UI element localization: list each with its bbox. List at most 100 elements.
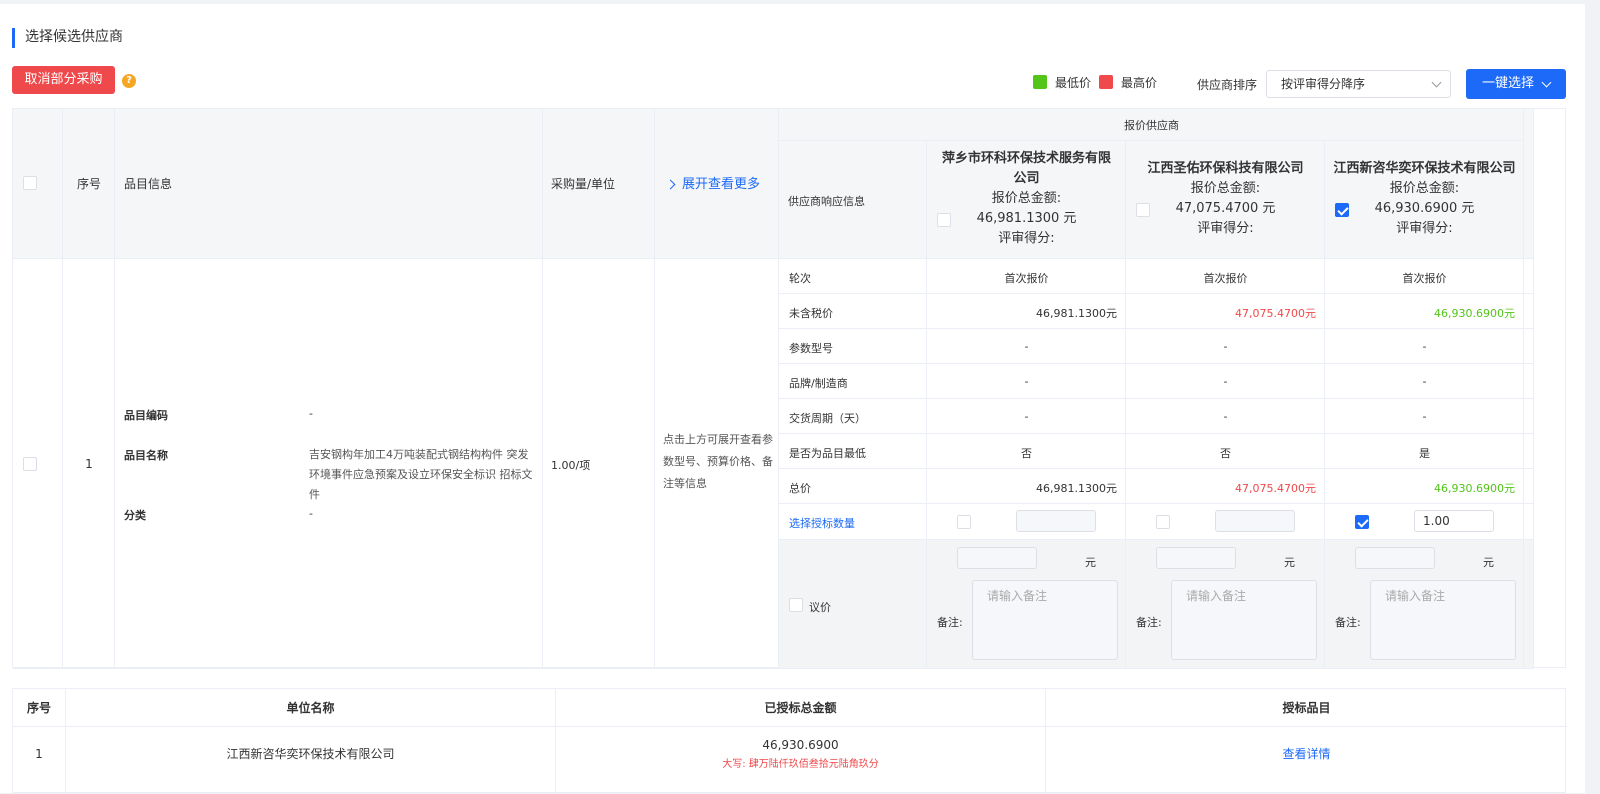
- attr-value-cell: -: [927, 329, 1126, 364]
- attr-gap-cell: [1524, 504, 1534, 540]
- expand-hint-text: 点击上方可展开查看参数型号、预算价格、备注等信息: [663, 433, 773, 490]
- vendor-score-label-3: 评审得分:: [1396, 221, 1453, 236]
- award-qty-input-3[interactable]: 1.00: [1414, 510, 1494, 532]
- header-scroll-gap: [1524, 109, 1534, 259]
- attr-value-cell: 47,075.4700元: [1126, 469, 1325, 504]
- attr-value: 46,981.1300元: [1036, 482, 1117, 495]
- page: 选择候选供应商 取消部分采购 ? 最低价 最高价 供应商排序 按评审得分降序 一…: [0, 4, 1585, 794]
- attr-value: 首次报价: [1402, 272, 1447, 285]
- attr-value: 46,930.6900元: [1434, 307, 1515, 320]
- attr-value-cell: 46,981.1300元: [927, 469, 1126, 504]
- header-item-info: 品目信息: [115, 109, 543, 259]
- vendor-select-checkbox-1[interactable]: [937, 213, 951, 227]
- yuan-unit-1: 元: [1085, 556, 1096, 569]
- attr-value: 46,981.1300元: [1036, 307, 1117, 320]
- chevron-down-icon: [1541, 77, 1552, 88]
- attr-value: -: [1422, 340, 1427, 353]
- help-icon[interactable]: ?: [122, 74, 136, 88]
- header-vendors-group: 报价供应商: [779, 109, 1524, 141]
- award-qty-cell-2: [1126, 504, 1325, 540]
- attr-value: -: [1223, 340, 1228, 353]
- item-code-value: -: [309, 407, 313, 420]
- award-qty-cell-3: 1.00: [1325, 504, 1524, 540]
- row-qty-cell: 1.00/项: [543, 259, 655, 669]
- select-all-checkbox[interactable]: [23, 176, 37, 190]
- remark-label-2: 备注:: [1136, 616, 1162, 629]
- vendor-sort-select[interactable]: 按评审得分降序: [1266, 70, 1451, 98]
- attr-value: 否: [1021, 447, 1032, 460]
- remark-textarea-1[interactable]: 请输入备注: [972, 580, 1118, 660]
- header-qty-unit: 采购量/单位: [543, 109, 655, 259]
- vendor-select-checkbox-3[interactable]: [1335, 203, 1349, 217]
- attr-gap-cell: [1524, 259, 1534, 294]
- attr-value: 否: [1220, 447, 1231, 460]
- legend-lowest-label: 最低价: [1055, 75, 1092, 90]
- vendor-name-2: 江西圣佑环保科技有限公司: [1147, 161, 1304, 176]
- attr-label-cell: 品牌/制造商: [779, 364, 927, 399]
- view-details-link[interactable]: 查看详情: [1046, 727, 1567, 794]
- item-category-label: 分类: [124, 509, 146, 522]
- award-qty-checkbox-1[interactable]: [957, 515, 971, 529]
- vendor-header-1-text: 萍乡市环科环保技术服务有限公司 报价总金额: 46,981.1300 元 评审得…: [927, 149, 1126, 249]
- remark-textarea-3[interactable]: 请输入备注: [1370, 580, 1516, 660]
- negotiate-checkbox[interactable]: [789, 598, 803, 612]
- yuan-unit-3: 元: [1483, 556, 1494, 569]
- attr-value-cell: 46,930.6900元: [1325, 469, 1524, 504]
- attr-value: 是: [1419, 447, 1430, 460]
- attr-value: -: [1024, 340, 1029, 353]
- award-qty-input-2[interactable]: [1215, 510, 1295, 532]
- attr-value: -: [1422, 410, 1427, 423]
- vendor-total-3: 46,930.6900 元: [1374, 201, 1475, 216]
- negotiate-price-input-2[interactable]: [1156, 547, 1236, 569]
- attr-label-cell: 总价: [779, 469, 927, 504]
- vendor-total-label-2: 报价总金额:: [1190, 181, 1261, 196]
- award-qty-link[interactable]: 选择授标数量: [789, 515, 855, 531]
- negotiate-vendor-1: 元 备注: 请输入备注: [927, 540, 1126, 669]
- header-seq-label: 序号: [76, 177, 101, 191]
- remark-label-1: 备注:: [937, 616, 963, 629]
- attr-gap-cell: [1524, 364, 1534, 399]
- summary-row-amount-caps: 大写: 肆万陆仟玖佰叁拾元陆角玖分: [722, 759, 879, 770]
- attr-gap-cell: [1524, 294, 1534, 329]
- one-click-select-button[interactable]: 一键选择: [1466, 69, 1566, 99]
- attr-value: 46,930.6900元: [1434, 482, 1515, 495]
- row-qty: 1.00/项: [551, 459, 591, 472]
- attr-value-cell: -: [1325, 399, 1524, 434]
- attr-label-cell: 参数型号: [779, 329, 927, 364]
- summary-row-company: 江西新咨华奕环保技术有限公司: [66, 727, 556, 794]
- awarded-summary-table: 序号 单位名称 已授标总金额 授标品目 1 江西新咨华奕环保技术有限公司 46,…: [12, 688, 1567, 794]
- section-title: 选择候选供应商: [12, 28, 123, 48]
- attr-value: 47,075.4700元: [1235, 307, 1316, 320]
- attr-gap-cell: [1524, 434, 1534, 469]
- vendor-header-2: 江西圣佑环保科技有限公司 报价总金额: 47,075.4700 元 评审得分:: [1126, 141, 1325, 259]
- vendor-sort-label: 供应商排序: [1197, 78, 1258, 92]
- vendor-select-checkbox-2[interactable]: [1136, 203, 1150, 217]
- attr-label: 品牌/制造商: [789, 377, 848, 390]
- expand-more-link[interactable]: 展开查看更多: [665, 173, 760, 192]
- summary-header-company: 单位名称: [66, 689, 556, 727]
- award-qty-checkbox-3[interactable]: [1355, 515, 1369, 529]
- legend-highest-label: 最高价: [1121, 75, 1158, 90]
- attr-gap-cell: [1524, 329, 1534, 364]
- item-code-label: 品目编码: [124, 409, 168, 422]
- vendor-header-1: 萍乡市环科环保技术服务有限公司 报价总金额: 46,981.1300 元 评审得…: [927, 141, 1126, 259]
- negotiate-price-input-3[interactable]: [1355, 547, 1435, 569]
- header-select-all-cell: [13, 109, 63, 259]
- vendor-total-2: 47,075.4700 元: [1175, 201, 1276, 216]
- yuan-unit-2: 元: [1284, 556, 1295, 569]
- cancel-partial-purchase-button[interactable]: 取消部分采购: [12, 66, 115, 94]
- attr-value: 47,075.4700元: [1235, 482, 1316, 495]
- award-qty-input-1[interactable]: [1016, 510, 1096, 532]
- green-swatch-icon: [1033, 75, 1047, 89]
- row-seq-cell: 1: [63, 259, 115, 669]
- row-select-checkbox[interactable]: [23, 457, 37, 471]
- header-qty-unit-label: 采购量/单位: [551, 177, 616, 191]
- row-select-cell: [13, 259, 63, 669]
- negotiate-price-input-1[interactable]: [957, 547, 1037, 569]
- remark-textarea-2[interactable]: 请输入备注: [1171, 580, 1317, 660]
- award-qty-checkbox-2[interactable]: [1156, 515, 1170, 529]
- award-qty-cell-1: [927, 504, 1126, 540]
- attr-value-cell: -: [1325, 329, 1524, 364]
- attr-label-cell: 交货周期（天）: [779, 399, 927, 434]
- header-seq: 序号: [63, 109, 115, 259]
